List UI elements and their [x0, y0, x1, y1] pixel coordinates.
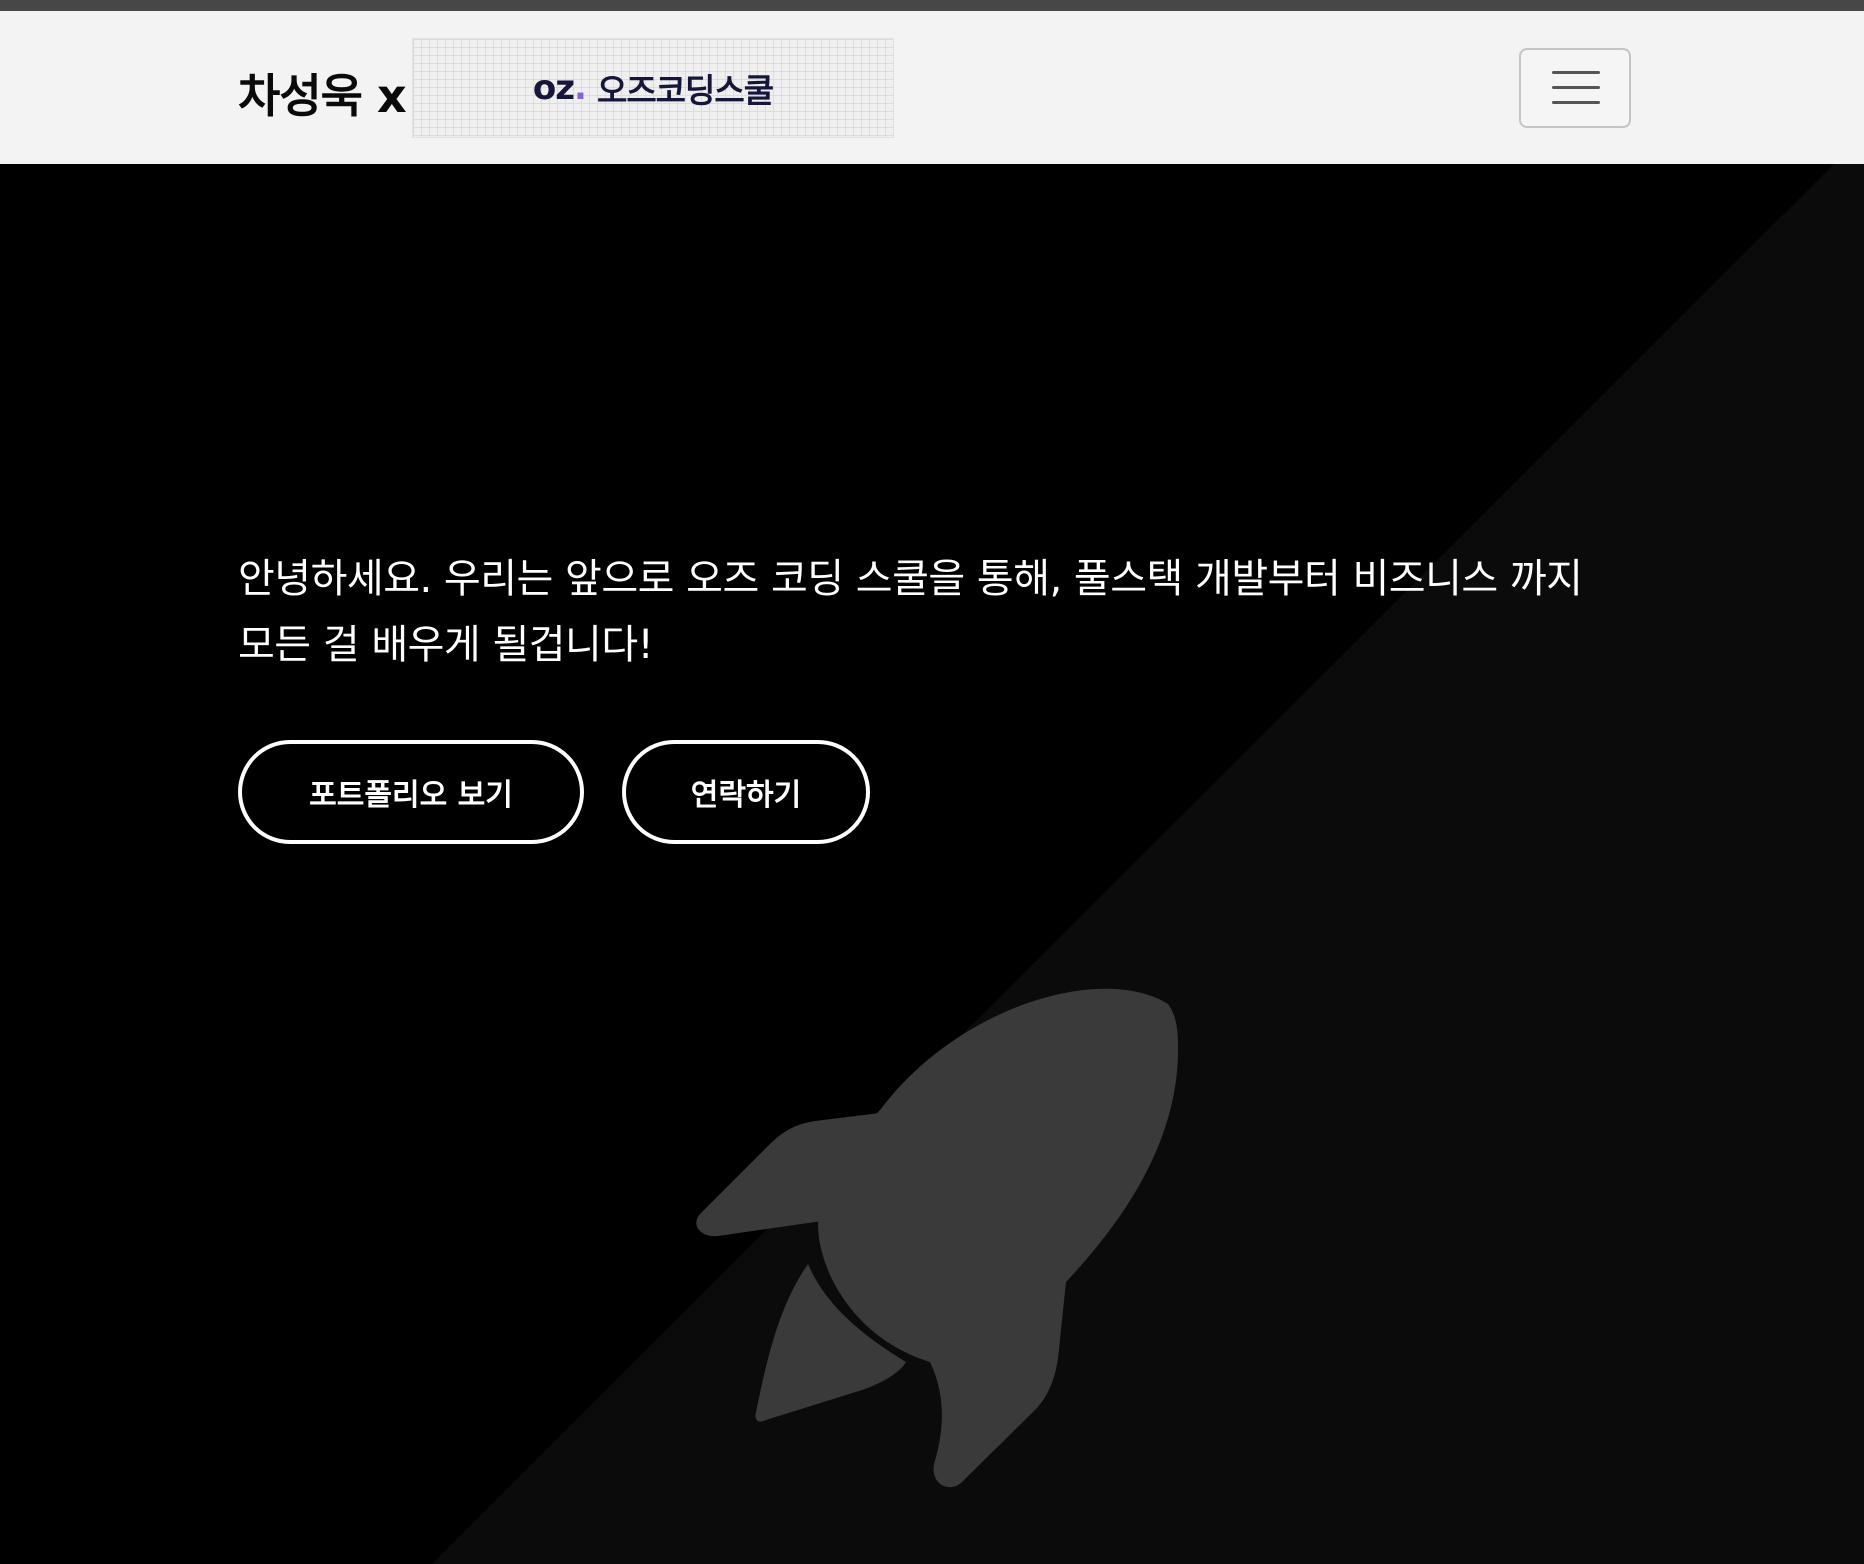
logo-dot: .	[574, 68, 587, 108]
hero-background	[432, 164, 1864, 1564]
logo-text: 오즈코딩스쿨	[596, 71, 774, 110]
logo-mark: oz	[532, 68, 575, 108]
view-portfolio-button[interactable]: 포트폴리오 보기	[238, 740, 584, 844]
menu-toggle-button[interactable]	[1519, 48, 1631, 128]
hero-section: 안녕하세요. 우리는 앞으로 오즈 코딩 스쿨을 통해, 풀스택 개발부터 비즈…	[0, 164, 1864, 1564]
brand-name[interactable]: 차성욱 x	[238, 53, 407, 133]
navbar: 차성욱 x oz. 오즈코딩스쿨	[0, 11, 1864, 164]
oz-coding-school-logo[interactable]: oz. 오즈코딩스쿨	[412, 38, 894, 138]
hero-intro-text: 안녕하세요. 우리는 앞으로 오즈 코딩 스쿨을 통해, 풀스택 개발부터 비즈…	[238, 556, 1583, 668]
top-strip	[0, 0, 1864, 11]
contact-button[interactable]: 연락하기	[622, 740, 870, 844]
